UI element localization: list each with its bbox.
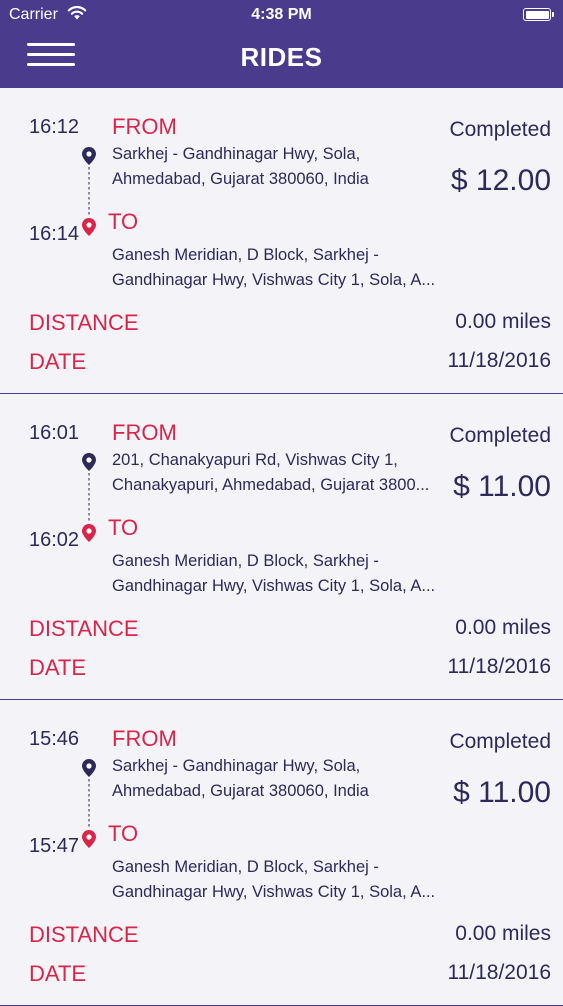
pickup-address: Sarkhej - Gandhinagar Hwy, Sola, Ahmedab… (112, 754, 442, 804)
dropoff-address-line: Ganesh Meridian, D Block, Sarkhej - (112, 552, 379, 570)
dropoff-address-line: Ganesh Meridian, D Block, Sarkhej - (112, 246, 379, 264)
dropoff-address: Ganesh Meridian, D Block, Sarkhej - Gand… (112, 855, 442, 905)
to-label: TO (108, 209, 139, 234)
pickup-pin-icon (82, 453, 96, 471)
ride-start-time: 16:12 (29, 116, 80, 138)
pickup-pin-icon (82, 759, 96, 777)
from-label: FROM (112, 114, 177, 139)
ride-card[interactable]: 16:12 FROM Sarkhej - Gandhinagar Hwy, So… (0, 88, 563, 394)
date-label: DATE (29, 349, 87, 374)
distance-label: DISTANCE (29, 310, 139, 335)
dropoff-address: Ganesh Meridian, D Block, Sarkhej - Gand… (112, 549, 442, 599)
dropoff-address-line: Ganesh Meridian, D Block, Sarkhej - (112, 858, 379, 876)
dropoff-pin-icon (82, 830, 96, 848)
pickup-address-line: Ahmedabad, Gujarat 380060, India (112, 782, 369, 800)
ride-status: Completed (449, 730, 551, 753)
distance-label: DISTANCE (29, 616, 139, 641)
pickup-pin-icon (82, 147, 96, 165)
status-bar: Carrier 4:38 PM (0, 0, 563, 30)
to-label: TO (108, 515, 139, 540)
ride-end-time: 15:47 (29, 835, 80, 857)
ride-end-time: 16:02 (29, 529, 80, 551)
battery-icon (523, 8, 554, 21)
clock: 4:38 PM (251, 6, 312, 23)
distance-value: 0.00 miles (455, 616, 551, 639)
pickup-address: Sarkhej - Gandhinagar Hwy, Sola, Ahmedab… (112, 142, 442, 192)
ride-end-time: 16:14 (29, 223, 80, 245)
ride-fare: $ 12.00 (450, 164, 551, 197)
ride-status: Completed (449, 118, 551, 141)
pickup-address-line: Sarkhej - Gandhinagar Hwy, Sola, (112, 757, 361, 775)
date-value: 11/18/2016 (447, 961, 551, 984)
distance-label: DISTANCE (29, 922, 139, 947)
pickup-address-line: Chanakyapuri, Ahmedabad, Gujarat 3800... (112, 476, 430, 494)
date-label: DATE (29, 961, 87, 986)
dropoff-address: Ganesh Meridian, D Block, Sarkhej - Gand… (112, 243, 442, 293)
route-dotted-line (88, 167, 90, 217)
ride-status: Completed (449, 424, 551, 447)
ride-start-time: 15:46 (29, 728, 80, 750)
from-label: FROM (112, 420, 177, 445)
pickup-address-line: Sarkhej - Gandhinagar Hwy, Sola, (112, 145, 361, 163)
dropoff-address-line: Gandhinagar Hwy, Vishwas City 1, Sola, A… (112, 271, 436, 289)
pickup-address-line: 201, Chanakyapuri Rd, Vishwas City 1, (112, 451, 398, 469)
date-value: 11/18/2016 (447, 655, 551, 678)
dropoff-pin-icon (82, 524, 96, 542)
dropoff-pin-icon (82, 218, 96, 236)
ride-fare: $ 11.00 (453, 776, 551, 809)
app-header: Carrier 4:38 PM RIDES (0, 0, 563, 88)
pickup-address-line: Ahmedabad, Gujarat 380060, India (112, 170, 369, 188)
ride-start-time: 16:01 (29, 422, 80, 444)
ride-card[interactable]: 15:46 FROM Sarkhej - Gandhinagar Hwy, So… (0, 700, 563, 1006)
distance-value: 0.00 miles (455, 922, 551, 945)
to-label: TO (108, 821, 139, 846)
ride-card[interactable]: 16:01 FROM 201, Chanakyapuri Rd, Vishwas… (0, 394, 563, 700)
dropoff-address-line: Gandhinagar Hwy, Vishwas City 1, Sola, A… (112, 577, 436, 595)
from-label: FROM (112, 726, 177, 751)
pickup-address: 201, Chanakyapuri Rd, Vishwas City 1, Ch… (112, 448, 442, 498)
date-value: 11/18/2016 (447, 349, 551, 372)
distance-value: 0.00 miles (455, 310, 551, 333)
ride-fare: $ 11.00 (453, 470, 551, 503)
dropoff-address-line: Gandhinagar Hwy, Vishwas City 1, Sola, A… (112, 883, 436, 901)
route-dotted-line (88, 779, 90, 829)
route-dotted-line (88, 473, 90, 523)
page-title: RIDES (240, 42, 323, 72)
date-label: DATE (29, 655, 87, 680)
